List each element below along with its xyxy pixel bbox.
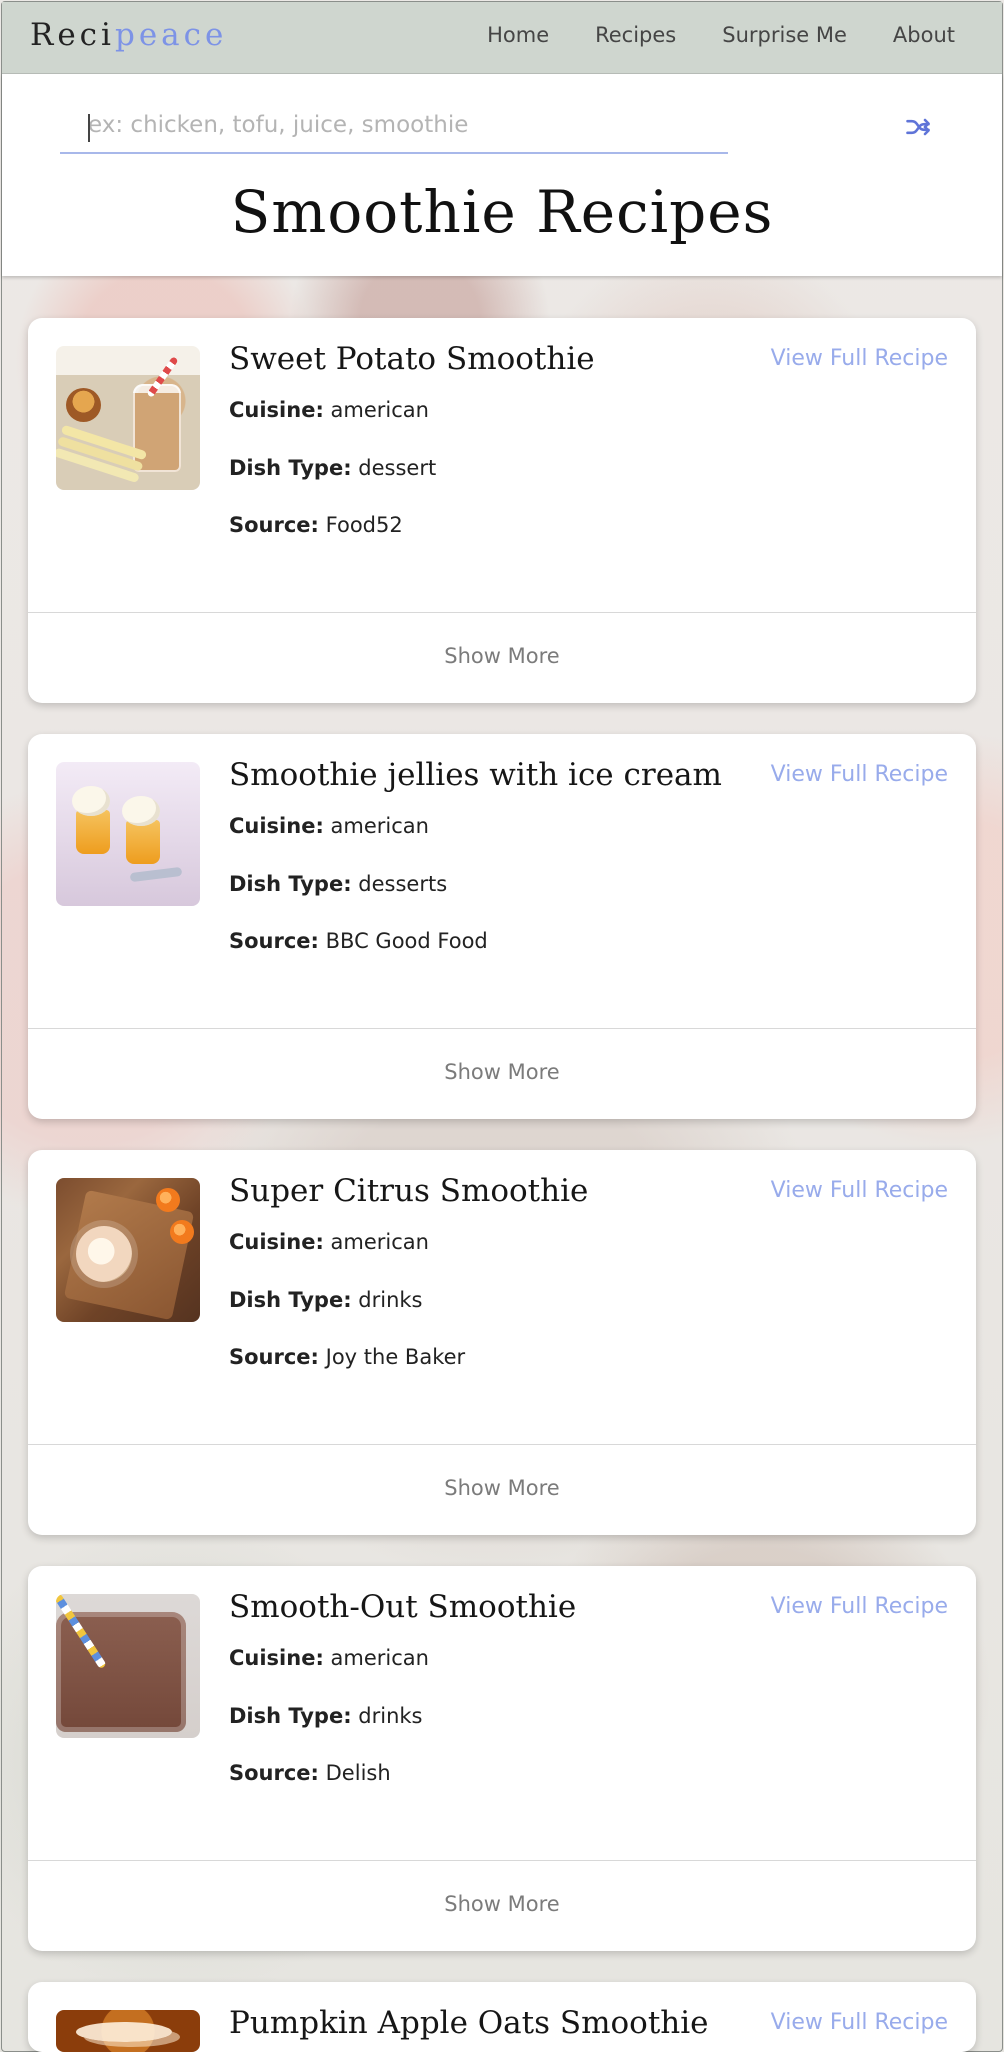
brand-name-part-1: Reci	[30, 17, 115, 53]
cuisine-value: american	[330, 1646, 429, 1670]
source-label: Source:	[229, 1345, 319, 1369]
recipe-source: Source: Delish	[229, 1761, 391, 1785]
recipe-card: Pumpkin Apple Oats Smoothie View Full Re…	[28, 1982, 976, 2052]
cuisine-label: Cuisine:	[229, 1646, 324, 1670]
recipe-title: Smooth-Out Smoothie	[229, 1589, 577, 1625]
source-label: Source:	[229, 513, 319, 537]
dish-type-label: Dish Type:	[229, 1704, 352, 1728]
cup-icon	[76, 810, 110, 854]
dish-type-value: dessert	[358, 456, 437, 480]
ice-cream-icon	[122, 796, 160, 826]
recipe-image	[56, 762, 200, 906]
muffin-icon	[66, 388, 101, 422]
show-more-button[interactable]: Show More	[28, 1060, 976, 1084]
recipe-dish-type: Dish Type: drinks	[229, 1704, 423, 1728]
recipe-title: Smoothie jellies with ice cream	[229, 757, 722, 793]
recipe-cuisine: Cuisine: american	[229, 814, 429, 838]
search-panel: Smoothie Recipes	[2, 74, 1002, 276]
recipe-card: Smooth-Out Smoothie View Full Recipe Cui…	[28, 1566, 976, 1951]
recipe-title: Super Citrus Smoothie	[229, 1173, 589, 1209]
recipe-source: Source: Joy the Baker	[229, 1345, 465, 1369]
cup-icon	[126, 820, 160, 864]
shuffle-icon[interactable]	[903, 112, 933, 142]
recipe-image	[56, 1594, 200, 1738]
recipe-image	[56, 2010, 200, 2052]
nav-links: Home Recipes Surprise Me About	[487, 23, 955, 47]
dish-type-label: Dish Type:	[229, 1288, 352, 1312]
nav-about-link[interactable]: About	[893, 23, 955, 47]
show-more-button[interactable]: Show More	[28, 1892, 976, 1916]
nav-home-link[interactable]: Home	[487, 23, 549, 47]
cuisine-label: Cuisine:	[229, 398, 324, 422]
card-divider	[28, 612, 976, 613]
cuisine-value: american	[330, 398, 429, 422]
source-value: Joy the Baker	[325, 1345, 466, 1369]
recipe-cuisine: Cuisine: american	[229, 1646, 429, 1670]
source-value: Food52	[325, 513, 403, 537]
top-navbar: Recipeace Home Recipes Surprise Me About	[2, 2, 1002, 74]
nav-recipes-link[interactable]: Recipes	[595, 23, 676, 47]
search-input[interactable]	[60, 98, 728, 154]
recipe-cuisine: Cuisine: american	[229, 1230, 429, 1254]
dish-type-value: drinks	[358, 1704, 423, 1728]
view-full-recipe-link[interactable]: View Full Recipe	[771, 1178, 948, 1203]
cuisine-value: american	[330, 814, 429, 838]
card-divider	[28, 1028, 976, 1029]
dish-type-label: Dish Type:	[229, 872, 352, 896]
dish-type-value: drinks	[358, 1288, 423, 1312]
recipe-title: Pumpkin Apple Oats Smoothie	[229, 2005, 709, 2041]
nav-surprise-link[interactable]: Surprise Me	[722, 23, 847, 47]
show-more-button[interactable]: Show More	[28, 644, 976, 668]
dish-type-value: desserts	[358, 872, 448, 896]
recipe-image	[56, 1178, 200, 1322]
spoon-icon	[129, 866, 183, 883]
card-divider	[28, 1444, 976, 1445]
brand-name-part-2: peace	[114, 17, 228, 53]
cuisine-label: Cuisine:	[229, 1230, 324, 1254]
recipe-card: Smoothie jellies with ice cream View Ful…	[28, 734, 976, 1119]
source-label: Source:	[229, 1761, 319, 1785]
recipe-card: Super Citrus Smoothie View Full Recipe C…	[28, 1150, 976, 1535]
card-divider	[28, 1860, 976, 1861]
drink-icon	[76, 1226, 132, 1282]
source-value: BBC Good Food	[325, 929, 488, 953]
view-full-recipe-link[interactable]: View Full Recipe	[771, 2010, 948, 2035]
recipe-source: Source: BBC Good Food	[229, 929, 488, 953]
view-full-recipe-link[interactable]: View Full Recipe	[771, 1594, 948, 1619]
foam-icon	[76, 2022, 172, 2042]
recipe-title: Sweet Potato Smoothie	[229, 341, 595, 377]
cuisine-label: Cuisine:	[229, 814, 324, 838]
recipe-dish-type: Dish Type: drinks	[229, 1288, 423, 1312]
page-title: Smoothie Recipes	[230, 178, 774, 246]
source-label: Source:	[229, 929, 319, 953]
source-value: Delish	[325, 1761, 391, 1785]
recipe-dish-type: Dish Type: dessert	[229, 456, 436, 480]
ice-cream-icon	[72, 786, 110, 816]
cuisine-value: american	[330, 1230, 429, 1254]
view-full-recipe-link[interactable]: View Full Recipe	[771, 762, 948, 787]
recipe-dish-type: Dish Type: desserts	[229, 872, 447, 896]
recipe-image	[56, 346, 200, 490]
recipe-source: Source: Food52	[229, 513, 403, 537]
orange-icon	[170, 1220, 194, 1244]
recipe-card: Sweet Potato Smoothie View Full Recipe C…	[28, 318, 976, 703]
recipe-cuisine: Cuisine: american	[229, 398, 429, 422]
orange-icon	[156, 1188, 180, 1212]
show-more-button[interactable]: Show More	[28, 1476, 976, 1500]
view-full-recipe-link[interactable]: View Full Recipe	[771, 346, 948, 371]
brand-logo[interactable]: Recipeace	[30, 17, 227, 53]
dish-type-label: Dish Type:	[229, 456, 352, 480]
text-caret	[88, 114, 90, 142]
